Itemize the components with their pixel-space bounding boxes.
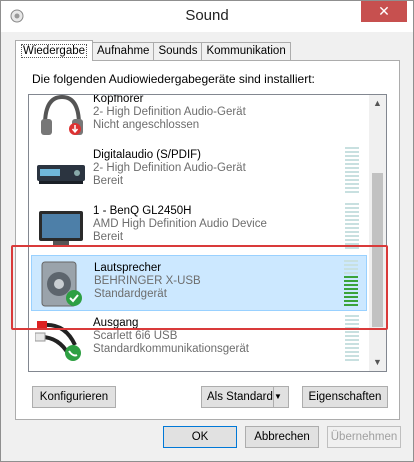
configure-button[interactable]: Konfigurieren: [32, 386, 116, 408]
device-status: Bereit: [93, 175, 124, 187]
volume-meter: [345, 315, 359, 361]
volume-meter: [345, 147, 359, 193]
volume-meter: [345, 203, 359, 249]
scroll-down-arrow-icon[interactable]: ▼: [369, 354, 386, 371]
apply-button[interactable]: Übernehmen: [327, 426, 401, 448]
device-driver: BEHRINGER X-USB: [94, 275, 201, 287]
device-name: Ausgang: [93, 317, 139, 329]
tab-aufnahme[interactable]: Aufnahme: [92, 42, 155, 61]
device-name: Digitalaudio (S/PDIF): [93, 149, 202, 161]
device-status: Nicht angeschlossen: [93, 119, 200, 131]
device-row-ausgang[interactable]: Ausgang Scarlett 6i6 USB Standardkommuni…: [31, 311, 367, 367]
device-name: 1 - BenQ GL2450H: [93, 205, 192, 217]
properties-button[interactable]: Eigenschaften: [302, 386, 388, 408]
ok-button[interactable]: OK: [163, 426, 237, 448]
vertical-scrollbar[interactable]: ▲ ▼: [369, 95, 386, 371]
device-row-digitalaudio[interactable]: Digitalaudio (S/PDIF) 2- High Definition…: [31, 143, 367, 199]
device-row-benq[interactable]: 1 - BenQ GL2450H AMD High Definition Aud…: [31, 199, 367, 255]
device-status: Standardgerät: [94, 288, 167, 300]
title-bar: Sound ✕: [1, 1, 413, 32]
close-button[interactable]: ✕: [361, 1, 407, 22]
tab-panel: Die folgenden Audiowiedergabegeräte sind…: [15, 60, 400, 420]
cancel-button[interactable]: Abbrechen: [245, 426, 319, 448]
device-status: Bereit: [93, 231, 124, 243]
window-title: Sound: [185, 7, 229, 24]
device-list[interactable]: Kopfhörer 2- High Definition Audio-Gerät…: [28, 94, 387, 372]
headphones-icon: [41, 95, 83, 135]
device-name: Lautsprecher: [94, 262, 162, 274]
dropdown-arrow-icon[interactable]: ▼: [273, 387, 288, 407]
rca-cable-icon: [35, 321, 81, 361]
tab-wiedergabe[interactable]: Wiedergabe: [15, 40, 94, 61]
device-driver: Scarlett 6i6 USB: [93, 330, 178, 342]
digital-audio-icon: [37, 165, 85, 184]
device-status: Standardkommunikationsgerät: [93, 343, 249, 355]
device-row-kopfhoerer[interactable]: Kopfhörer 2- High Definition Audio-Gerät…: [31, 94, 367, 143]
device-driver: 2- High Definition Audio-Gerät: [93, 162, 246, 174]
speaker-icon: [41, 261, 82, 307]
tab-strip: Wiedergabe Aufnahme Sounds Kommunikation: [15, 40, 291, 61]
set-default-button[interactable]: Als Standard ▼: [201, 386, 289, 408]
device-name: Kopfhörer: [93, 94, 144, 105]
scrollbar-thumb[interactable]: [372, 173, 383, 327]
device-driver: AMD High Definition Audio Device: [93, 218, 267, 230]
tab-kommunikation[interactable]: Kommunikation: [201, 42, 291, 61]
monitor-icon: [39, 211, 83, 246]
device-driver: 2- High Definition Audio-Gerät: [93, 106, 246, 118]
sound-dialog: Sound ✕ Wiedergabe Aufnahme Sounds Kommu…: [0, 0, 414, 462]
device-row-lautsprecher[interactable]: Lautsprecher BEHRINGER X-USB Standardger…: [31, 255, 367, 311]
instructions-label: Die folgenden Audiowiedergabegeräte sind…: [32, 72, 315, 86]
scroll-up-arrow-icon[interactable]: ▲: [369, 95, 386, 112]
volume-meter: [344, 260, 358, 306]
tab-sounds[interactable]: Sounds: [153, 42, 203, 61]
